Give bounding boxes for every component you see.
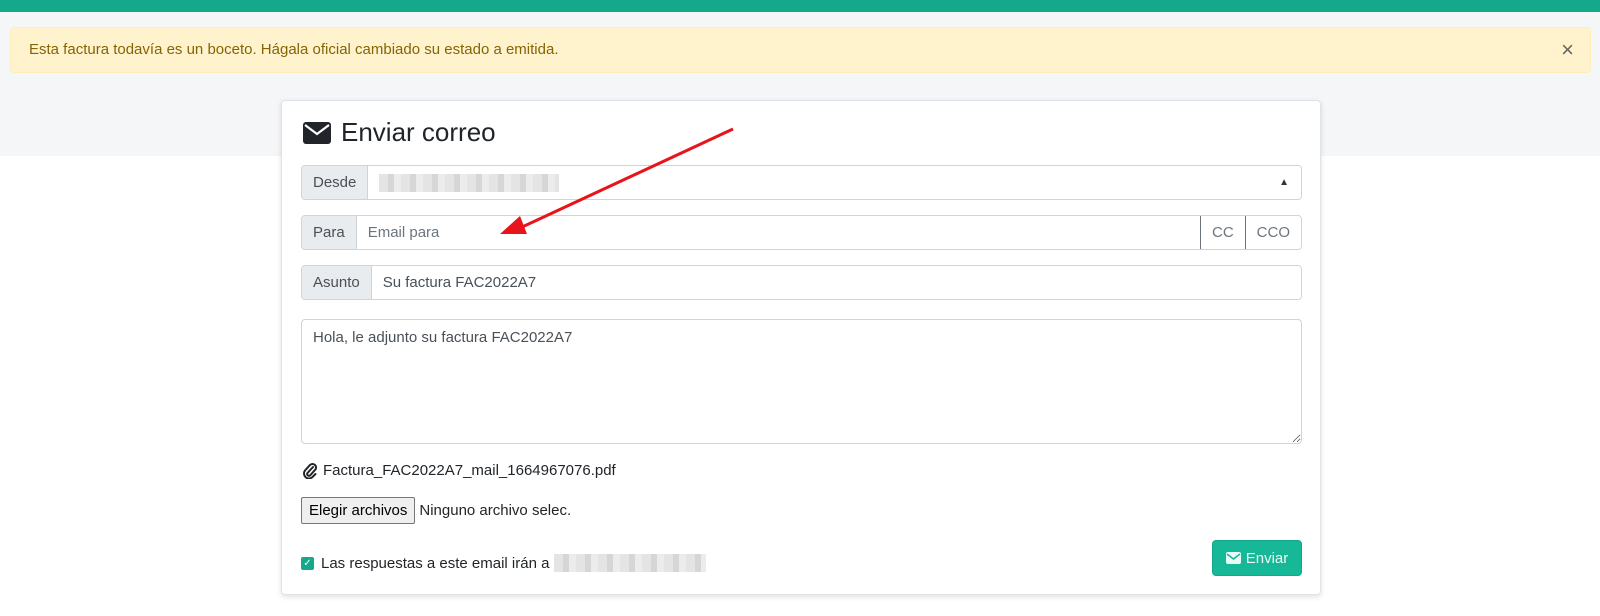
send-email-card: Enviar correo Desde ▲ Para CC CCO Asunto… [281, 100, 1321, 595]
file-input: Elegir archivos Ninguno archivo selec. [301, 497, 571, 524]
to-label: Para [302, 216, 357, 249]
select-arrows-icon: ▲ [1279, 177, 1289, 188]
redacted-sender-email [379, 174, 560, 192]
reply-to-label: Las respuestas a este email irán a [321, 554, 550, 572]
message-textarea[interactable]: Hola, le adjunto su factura FAC2022A7 [301, 319, 1302, 444]
cc-button[interactable]: CC [1200, 216, 1245, 249]
card-title-text: Enviar correo [341, 117, 496, 147]
from-group: Desde ▲ [301, 165, 1302, 200]
envelope-icon [303, 121, 331, 144]
to-email-input[interactable] [356, 216, 1200, 249]
alert-message: Esta factura todavía es un boceto. Hágal… [29, 41, 559, 58]
from-select[interactable]: ▲ [368, 166, 1301, 199]
attachment-filename: Factura_FAC2022A7_mail_1664967076.pdf [323, 462, 616, 479]
paperclip-icon [303, 462, 317, 479]
file-input-status: Ninguno archivo selec. [419, 502, 572, 519]
subject-group: Asunto Su factura FAC2022A7 [301, 265, 1302, 300]
top-accent-bar [0, 0, 1600, 12]
from-label: Desde [302, 166, 369, 199]
card-title: Enviar correo [303, 117, 496, 148]
attachment-item[interactable]: Factura_FAC2022A7_mail_1664967076.pdf [303, 462, 616, 479]
redacted-reply-email [554, 554, 707, 572]
send-button-label: Enviar [1245, 549, 1289, 567]
close-icon[interactable]: × [1561, 28, 1574, 72]
send-button[interactable]: Enviar [1212, 540, 1302, 576]
cc-buttons: CC CCO [1199, 216, 1301, 249]
reply-to-checkbox-row: ✓ Las respuestas a este email irán a [301, 554, 707, 572]
subject-label: Asunto [302, 266, 372, 299]
draft-warning-alert: Esta factura todavía es un boceto. Hágal… [10, 27, 1591, 73]
to-group: Para CC CCO [301, 215, 1302, 250]
envelope-icon [1225, 552, 1241, 564]
choose-files-button[interactable]: Elegir archivos [301, 497, 416, 524]
reply-to-checkbox[interactable]: ✓ [301, 556, 314, 570]
subject-input[interactable]: Su factura FAC2022A7 [371, 266, 1301, 299]
bcc-button[interactable]: CCO [1244, 216, 1301, 249]
